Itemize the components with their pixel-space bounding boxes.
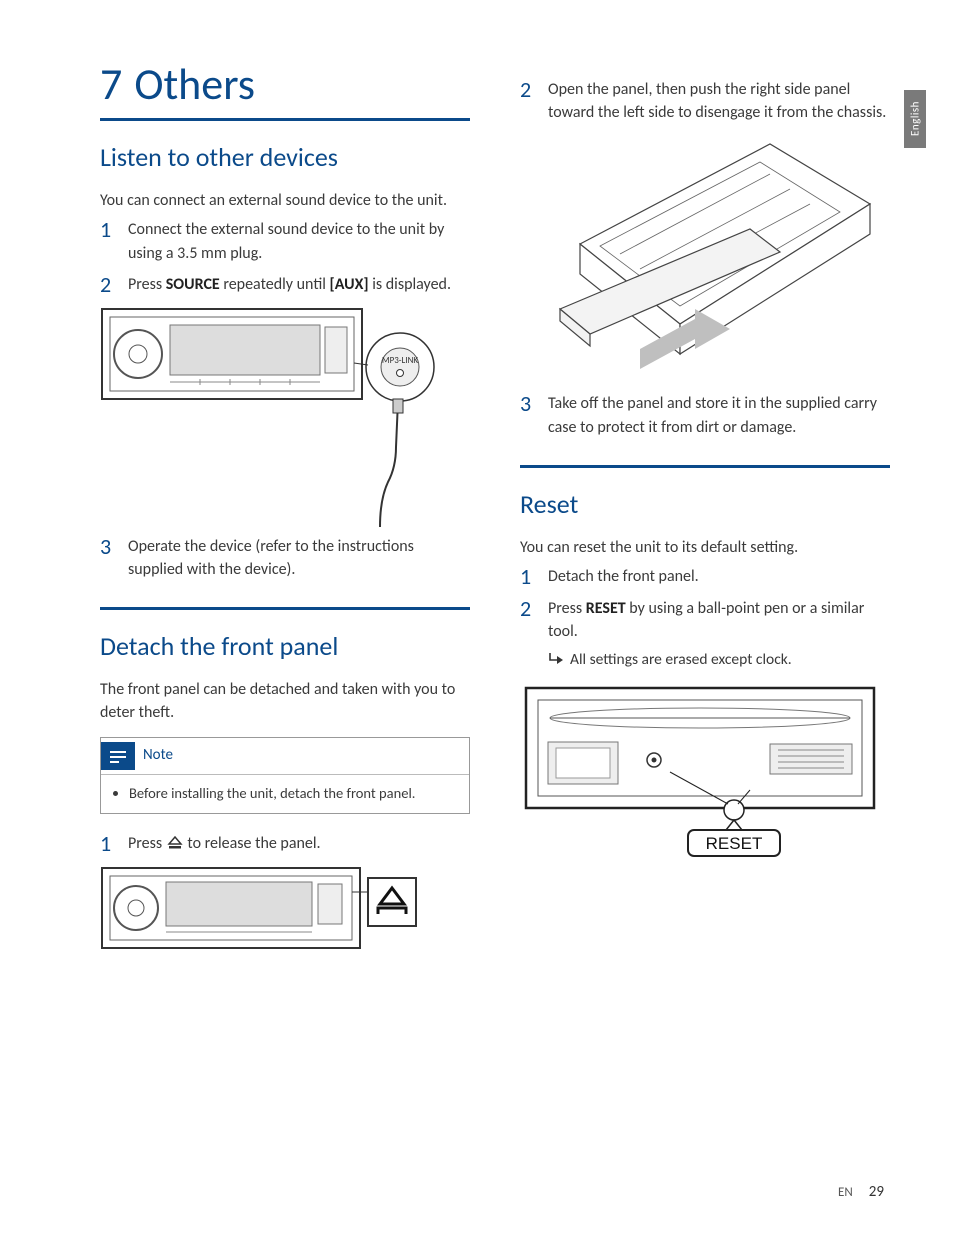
steps-list: 1 Connect the external sound device to t… (100, 218, 470, 297)
eject-icon (166, 836, 184, 850)
section-heading-reset: Reset (520, 490, 890, 520)
chapter-name: Others (134, 57, 255, 111)
section-heading-detach: Detach the front panel (100, 632, 470, 662)
text: Press (548, 599, 586, 618)
step: 1 Detach the front panel. (520, 565, 890, 589)
step-result: All settings are erased except clock. (548, 649, 890, 671)
step: 3 Take off the panel and store it in the… (520, 392, 890, 438)
step-number: 2 (520, 78, 534, 102)
step-text: Press RESET by using a ball-point pen or… (548, 597, 890, 672)
label-reset: RESET (586, 599, 626, 618)
step-number: 1 (100, 218, 114, 242)
section-intro: The front panel can be detached and take… (100, 678, 470, 724)
result-arrow-icon (548, 651, 564, 665)
note-icon (101, 742, 135, 770)
text: Press (128, 834, 166, 853)
chapter-number: 7 (100, 57, 134, 111)
two-column-layout: 7Others Listen to other devices You can … (100, 60, 894, 962)
text: is displayed. (369, 275, 451, 294)
step-number: 3 (100, 535, 114, 559)
section-rule (520, 465, 890, 468)
step-text: Detach the front panel. (548, 565, 890, 588)
step-text: Take off the panel and store it in the s… (548, 392, 890, 438)
text: to release the panel. (187, 834, 320, 853)
section-intro: You can connect an external sound device… (100, 189, 470, 212)
note-header: Note (101, 738, 469, 774)
step: 1 Press to release the panel. (100, 832, 470, 856)
figure-label: MP3-LINK (382, 355, 419, 366)
step-text: Press to release the panel. (128, 832, 470, 855)
step: 2 Press RESET by using a ball-point pen … (520, 597, 890, 672)
figure-reset: RESET (520, 682, 890, 862)
step: 2 Open the panel, then push the right si… (520, 78, 890, 124)
chapter-title: 7Others (100, 60, 470, 108)
note-item: Before installing the unit, detach the f… (129, 783, 455, 803)
step-number: 1 (520, 565, 534, 589)
left-column: 7Others Listen to other devices You can … (100, 60, 470, 962)
step-text: Open the panel, then push the right side… (548, 78, 890, 124)
steps-list: 3 Take off the panel and store it in the… (520, 392, 890, 438)
text: repeatedly until (220, 275, 330, 294)
figure-eject (100, 866, 470, 954)
footer-lang: EN (838, 1185, 853, 1200)
footer-page-number: 29 (869, 1183, 884, 1201)
steps-list: 3 Operate the device (refer to the instr… (100, 535, 470, 581)
figure-disengage (520, 134, 890, 384)
step-text: Press SOURCE repeatedly until [AUX] is d… (128, 273, 470, 296)
step-number: 2 (520, 597, 534, 621)
page-footer: EN 29 (838, 1183, 884, 1201)
label-source: SOURCE (166, 275, 220, 294)
steps-list: 2 Open the panel, then push the right si… (520, 78, 890, 124)
section-intro: You can reset the unit to its default se… (520, 536, 890, 559)
steps-list: 1 Detach the front panel. 2 Press RESET … (520, 565, 890, 672)
label-aux: [AUX] (330, 275, 369, 294)
step-number: 1 (100, 832, 114, 856)
figure-label: RESET (706, 834, 763, 853)
language-tab: English (904, 90, 926, 148)
result-text: All settings are erased except clock. (570, 650, 792, 669)
figure-mp3-link: MP3-LINK (100, 307, 470, 527)
note-body: Before installing the unit, detach the f… (101, 774, 469, 813)
step-text: Operate the device (refer to the instruc… (128, 535, 470, 581)
step-number: 2 (100, 273, 114, 297)
note-title: Note (143, 745, 173, 766)
step-number: 3 (520, 392, 534, 416)
manual-page: English 7Others Listen to other devices … (0, 0, 954, 1235)
right-column: 2 Open the panel, then push the right si… (520, 60, 890, 962)
steps-list: 1 Press to release the panel. (100, 832, 470, 856)
note-box: Note Before installing the unit, detach … (100, 737, 470, 814)
text: Press (128, 275, 166, 294)
step: 1 Connect the external sound device to t… (100, 218, 470, 264)
step: 3 Operate the device (refer to the instr… (100, 535, 470, 581)
section-heading-listen: Listen to other devices (100, 143, 470, 173)
step: 2 Press SOURCE repeatedly until [AUX] is… (100, 273, 470, 297)
step-text: Connect the external sound device to the… (128, 218, 470, 264)
section-rule (100, 607, 470, 610)
section-rule (100, 118, 470, 121)
